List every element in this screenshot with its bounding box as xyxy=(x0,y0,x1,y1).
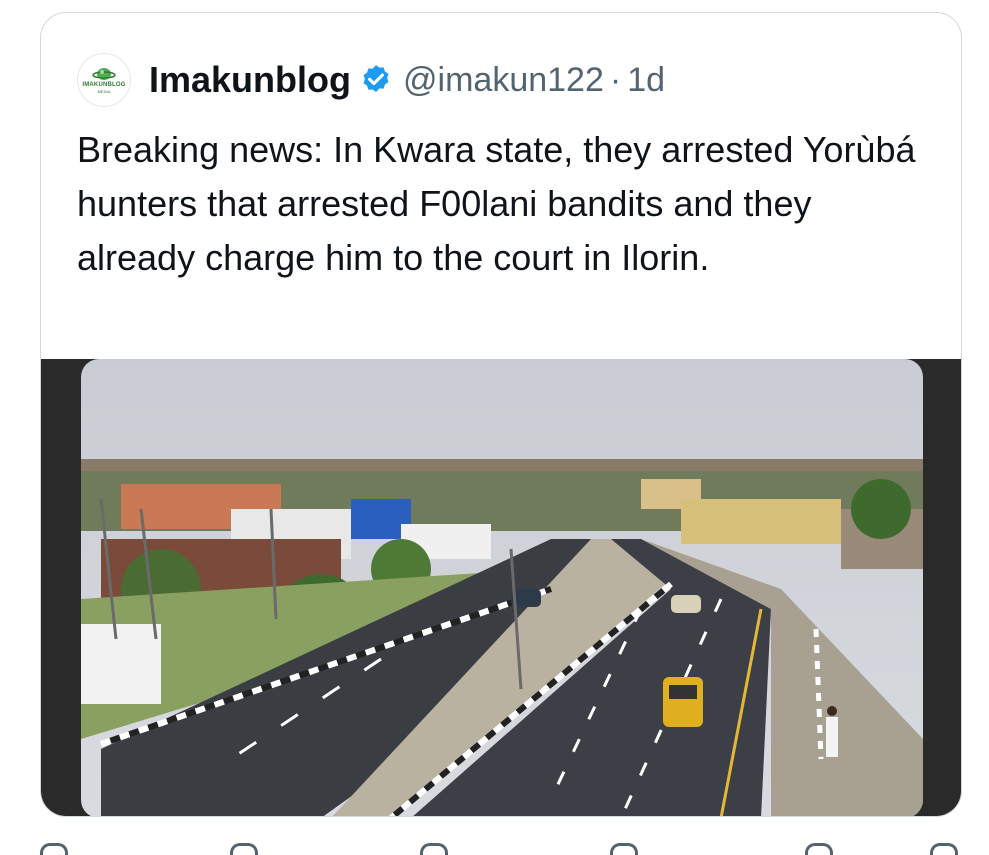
globe-logo-icon xyxy=(92,68,116,80)
separator-dot: · xyxy=(609,60,622,99)
road-photo[interactable] xyxy=(81,359,923,817)
like-icon[interactable] xyxy=(420,843,448,855)
verified-badge-icon xyxy=(363,65,389,93)
author-name[interactable]: Imakunblog xyxy=(149,59,351,101)
tweet-timestamp[interactable]: 1d xyxy=(627,61,665,100)
tweet-media[interactable] xyxy=(41,359,961,817)
author-handle[interactable]: @imakun122 xyxy=(403,61,604,100)
tweet-card[interactable]: IMAKUNBLOG MEDIA Imakunblog @imakun122 ·… xyxy=(40,12,962,817)
views-icon[interactable] xyxy=(610,843,638,855)
tweet-header: IMAKUNBLOG MEDIA Imakunblog @imakun122 ·… xyxy=(77,53,665,107)
avatar-logo-text: IMAKUNBLOG xyxy=(82,82,126,88)
reply-icon[interactable] xyxy=(40,843,68,855)
tweet-action-bar xyxy=(40,835,962,855)
bookmark-icon[interactable] xyxy=(805,843,833,855)
avatar-logo-subtext: MEDIA xyxy=(97,89,111,94)
tweet-text: Breaking news: In Kwara state, they arre… xyxy=(77,129,916,278)
avatar[interactable]: IMAKUNBLOG MEDIA xyxy=(77,53,131,107)
retweet-icon[interactable] xyxy=(230,843,258,855)
share-icon[interactable] xyxy=(930,843,958,855)
